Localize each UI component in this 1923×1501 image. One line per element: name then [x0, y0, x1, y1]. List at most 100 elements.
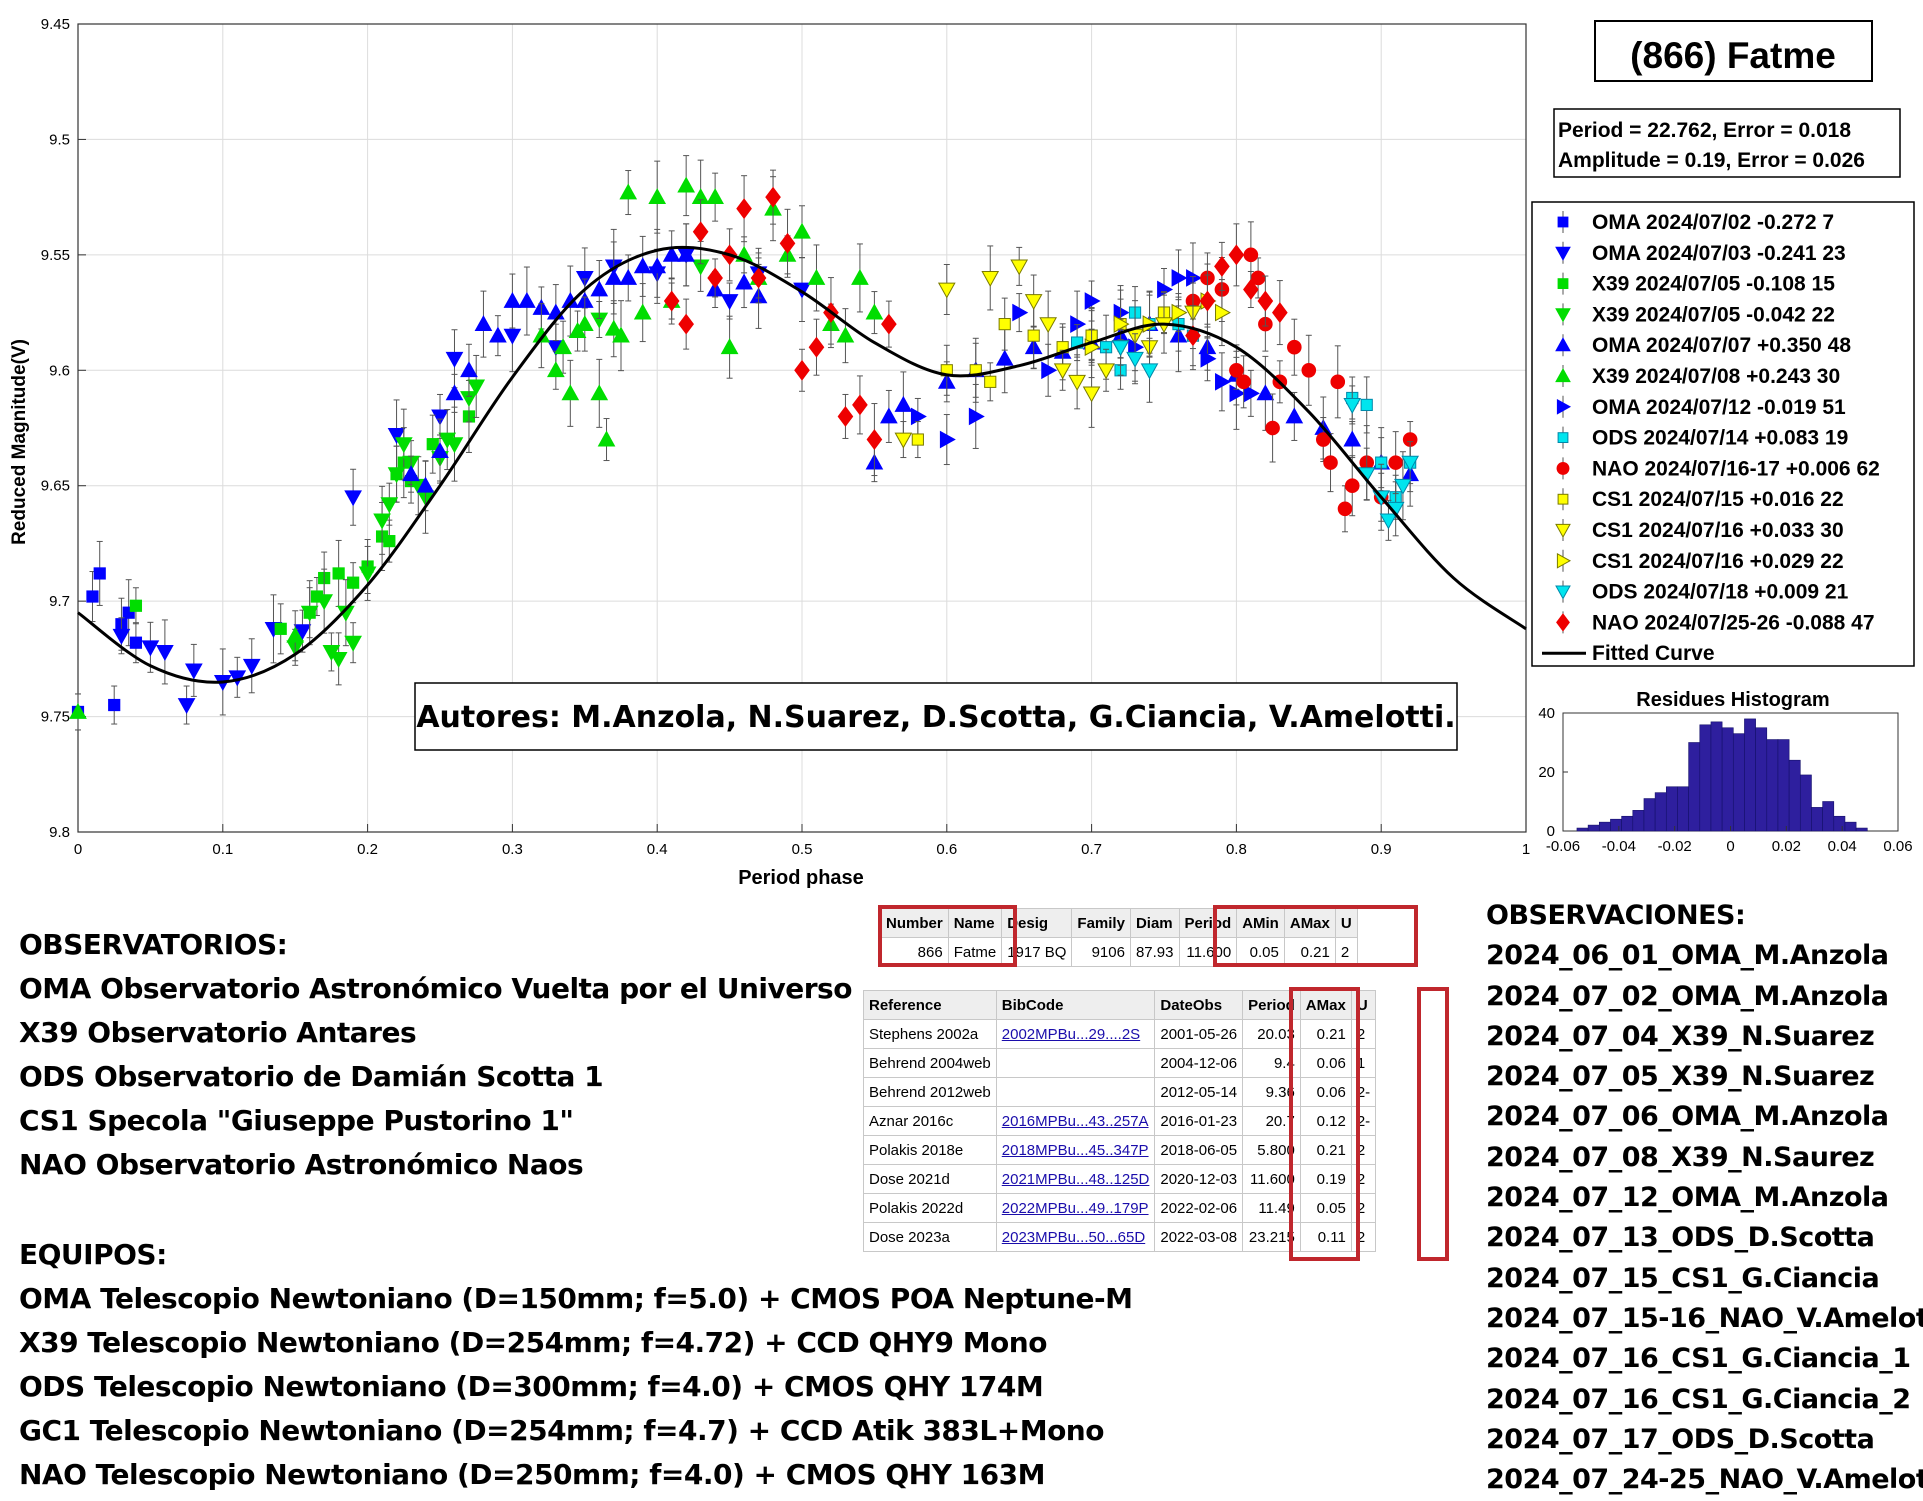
cell-amax: 0.19	[1299, 1164, 1352, 1194]
histogram-bar	[1621, 815, 1634, 832]
data-point	[1337, 501, 1353, 517]
cell-period: 23.215	[1242, 1222, 1301, 1252]
equipo-line: ODS Telescopio Newtoniano (D=300mm; f=4.…	[19, 1370, 1044, 1403]
data-point	[1027, 329, 1040, 342]
cell-amax: 0.21	[1283, 937, 1336, 967]
residues-histogram: -0.06 -0.04 -0.02 0 0.02 0.04 0.06 0 20 40	[1538, 705, 1912, 855]
table-row: Dose 2023a 2023MPBu...50...65D 2022-03-08 2…	[863, 1222, 1377, 1252]
cell-u: 2-	[1350, 1106, 1377, 1136]
x-tick-label: 0.8	[1226, 841, 1247, 858]
y-tick-label: 9.8	[49, 824, 70, 841]
cell-bibcode[interactable]: 2023MPBu...50...65D	[995, 1222, 1156, 1252]
cell-period: 5.800	[1242, 1135, 1301, 1165]
data-point	[347, 576, 360, 589]
histogram-bar	[1610, 818, 1622, 832]
col-amin: AMin	[1236, 908, 1285, 938]
legend-label: CS1 2024/07/15 +0.016 22	[1592, 488, 1844, 511]
histogram-bar	[1643, 798, 1656, 832]
observatorio-line: ODS Observatorio de Damián Scotta 1	[19, 1060, 604, 1093]
cell-period: 11.600	[1242, 1164, 1301, 1194]
cell-dateobs: 2001-05-26	[1154, 1019, 1244, 1049]
cell-amax: 0.21	[1299, 1135, 1352, 1165]
cell-dateobs: 2022-03-08	[1154, 1222, 1244, 1252]
y-axis-label: Reduced Magnitude(V)	[9, 339, 30, 545]
legend-label: OMA 2024/07/07 +0.350 48	[1592, 334, 1851, 357]
data-point	[129, 636, 143, 649]
x-tick-label: 0.2	[357, 841, 378, 858]
cell-u: 2-	[1350, 1077, 1377, 1107]
cell-reference: Dose 2023a	[863, 1222, 997, 1252]
cell-u: 2	[1350, 1019, 1377, 1049]
legend-marker	[1557, 216, 1569, 228]
observacion-line: 2024_07_24-25_NAO_V.Amelotti	[1486, 1464, 1923, 1496]
equipo-line: GC1 Telescopio Newtoniano (D=254mm; f=4.…	[19, 1414, 1104, 1447]
cell-amax: 0.05	[1299, 1193, 1352, 1223]
period-text: Period = 22.762, Error = 0.018	[1558, 119, 1851, 142]
observacion-line: 2024_07_02_OMA_M.Anzola	[1486, 980, 1889, 1012]
x-tick-label: 0.1	[212, 841, 233, 858]
histogram-bar	[1710, 721, 1723, 832]
data-point	[1330, 374, 1346, 390]
col-bibcode: BibCode	[995, 990, 1156, 1020]
cell-dateobs: 2004-12-06	[1154, 1048, 1244, 1078]
data-point	[383, 535, 396, 548]
cell-bibcode[interactable]: 2021MPBu...48..125D	[995, 1164, 1156, 1194]
cell-bibcode	[995, 1048, 1156, 1078]
cell-u: 2	[1350, 1222, 1377, 1252]
data-point	[332, 567, 345, 580]
data-point	[274, 622, 287, 635]
legend-item: X39 2024/07/05 -0.108 15	[1557, 272, 1835, 296]
observaciones-heading: OBSERVACIONES:	[1486, 900, 1746, 931]
cell-bibcode[interactable]: 2002MPBu...29....2S	[995, 1019, 1156, 1049]
data-point	[911, 433, 924, 446]
histogram-bar	[1833, 815, 1846, 832]
equipo-line: NAO Telescopio Newtoniano (D=250mm; f=4.…	[19, 1458, 1045, 1491]
cell-bibcode[interactable]: 2018MPBu...45..347P	[995, 1135, 1156, 1165]
light-curve-figure: 0 0.1 0.2 0.3 0.4 0.5 0.6 0.7 0.8 0.9 1 9.45 9.5 9.55…	[9, 16, 1915, 889]
table-header-row: Number Name Desig Family Diam Period AMi…	[880, 908, 1358, 938]
table-row: Stephens 2002a 2002MPBu...29....2S 2001-05…	[863, 1019, 1377, 1049]
data-point	[1301, 362, 1317, 378]
cell-bibcode[interactable]: 2022MPBu...49..179P	[995, 1193, 1156, 1223]
data-point	[1243, 247, 1259, 263]
legend-marker	[1557, 278, 1569, 290]
legend-label: NAO 2024/07/25-26 -0.088 47	[1592, 611, 1875, 634]
col-name: Name	[947, 908, 1003, 938]
legend-item: X39 2024/07/08 +0.243 30	[1555, 365, 1840, 388]
histogram-bar	[1844, 821, 1857, 832]
x-tick-label: 0	[74, 841, 82, 858]
cell-u: 1	[1350, 1048, 1377, 1078]
legend-label: ODS 2024/07/14 +0.083 19	[1592, 427, 1848, 450]
cell-u: 2	[1334, 937, 1358, 967]
table-row: 866 Fatme 1917 BQ 9106 87.93 11.600 0.05…	[880, 937, 1358, 967]
hist-x-tick-label: -0.02	[1658, 838, 1692, 855]
data-point	[93, 567, 106, 580]
cell-bibcode[interactable]: 2016MPBu...43..257A	[995, 1106, 1156, 1136]
cell-bibcode	[995, 1077, 1156, 1107]
histogram-bar	[1665, 786, 1678, 832]
legend: OMA 2024/07/02 -0.272 7 OMA 2024/07/03 -0…	[1542, 211, 1880, 665]
table-row: Aznar 2016c 2016MPBu...43..257A 2016-01-23…	[863, 1106, 1377, 1136]
cell-period: 20.7	[1242, 1106, 1301, 1136]
observacion-line: 2024_07_04_X39_N.Suarez	[1486, 1020, 1875, 1052]
observacion-line: 2024_07_12_OMA_M.Anzola	[1486, 1182, 1889, 1214]
col-diam: Diam	[1129, 908, 1180, 938]
legend-label: CS1 2024/07/16 +0.033 30	[1592, 519, 1844, 542]
table-row: Polakis 2022d 2022MPBu...49..179P 2022-02-…	[863, 1193, 1377, 1223]
legend-item: OMA 2024/07/07 +0.350 48	[1555, 334, 1851, 357]
data-point	[1265, 420, 1280, 436]
col-amax: AMax	[1283, 908, 1336, 938]
histogram-bar	[1576, 827, 1589, 832]
table-row: Polakis 2018e 2018MPBu...45..347P 2018-06-…	[863, 1135, 1377, 1165]
histogram-bar	[1799, 774, 1812, 832]
histogram-bar	[1766, 739, 1779, 832]
reference-table: Reference BibCode DateObs Period AMax U …	[863, 990, 1377, 1252]
histogram-bar	[1788, 759, 1801, 832]
cell-amax: 0.21	[1299, 1019, 1352, 1049]
legend-item: ODS 2024/07/14 +0.083 19	[1557, 426, 1848, 450]
amplitude-text: Amplitude = 0.19, Error = 0.026	[1558, 149, 1865, 172]
histogram-bar	[1688, 742, 1701, 832]
table-row: Behrend 2004web 2004-12-06 9.4 0.06 1	[863, 1048, 1377, 1078]
observacion-line: 2024_07_05_X39_N.Suarez	[1486, 1061, 1875, 1093]
cell-amin: 0.05	[1236, 937, 1285, 967]
